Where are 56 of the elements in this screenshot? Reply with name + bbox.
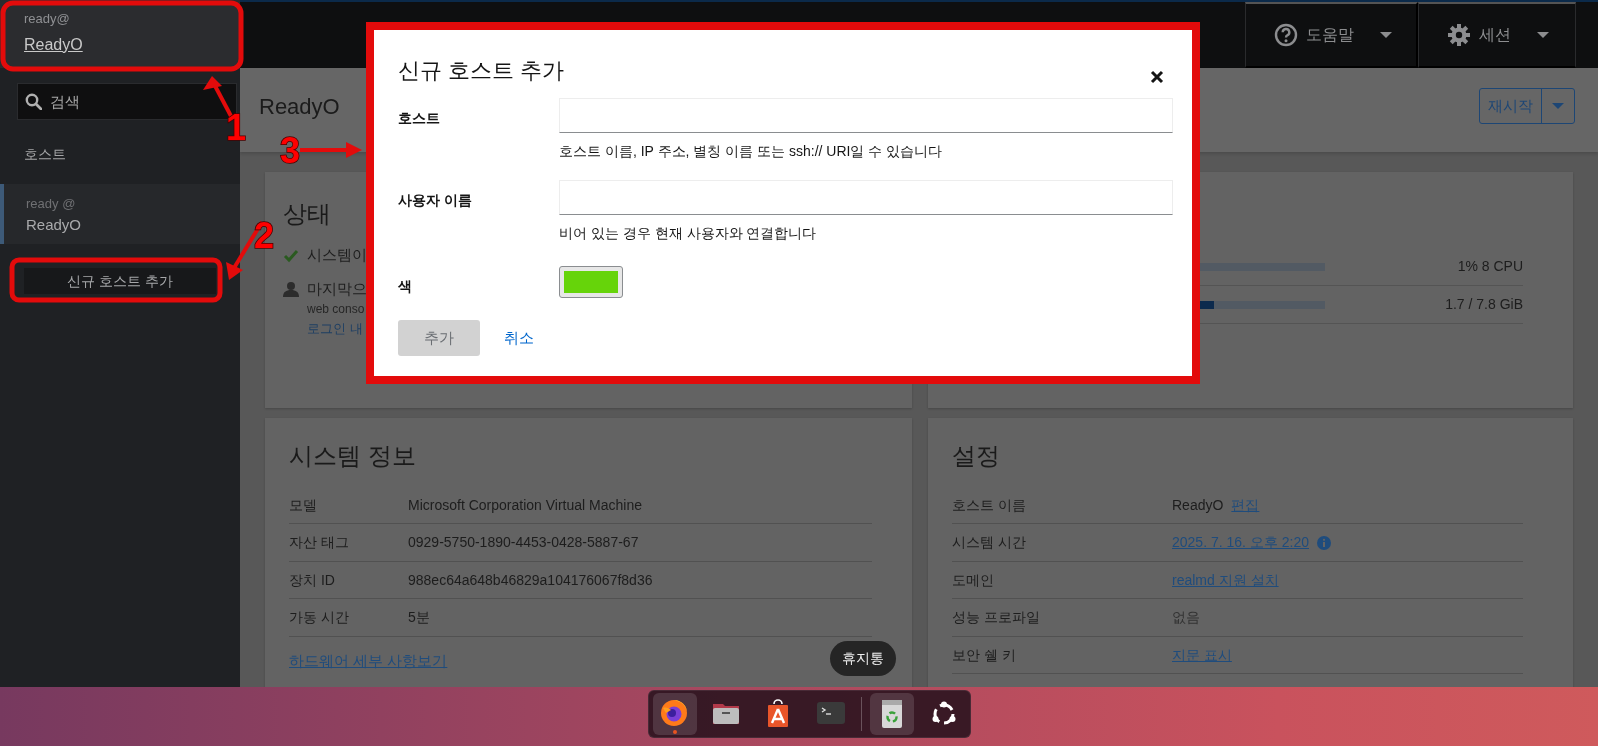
field-label: 호스트: [398, 109, 441, 129]
host-user: ready @: [26, 195, 76, 213]
caret-icon: [1380, 32, 1392, 38]
section-title: 호스트: [23, 145, 67, 164]
card-title: 설정: [952, 442, 1000, 471]
check-icon: [283, 248, 299, 264]
setting-label: 보안 쉘 키: [952, 645, 1017, 665]
field-help-text: 호스트 이름, IP 주소, 별칭 이름 또는 ssh:// URI일 수 있습니다: [559, 142, 944, 162]
settings-icon: [1447, 23, 1471, 47]
info-value: 5분: [408, 608, 431, 628]
card-title: 시스템 정보: [289, 442, 416, 471]
caret-icon: [1537, 32, 1549, 38]
info-value: 988ec64a648b46829a104176067f8d36: [408, 570, 654, 590]
annotation-number: 3: [280, 130, 301, 171]
current-host-panel[interactable]: ready@ ReadyO: [0, 0, 240, 68]
info-label: 장치 ID: [289, 570, 336, 590]
login-detail: web conso: [307, 301, 365, 319]
host-name-link[interactable]: ReadyO: [24, 32, 83, 57]
color-picker[interactable]: [559, 266, 623, 299]
annotation-arrow: [300, 142, 362, 158]
login-text: 마지막으: [307, 279, 367, 299]
page-title: ReadyO: [259, 93, 340, 121]
text-field[interactable]: [559, 98, 1173, 134]
info-label: 가동 시간: [289, 608, 350, 628]
info-label: 모델: [289, 495, 318, 515]
user-icon: [283, 281, 299, 298]
login-history-link[interactable]: 로그인 내: [307, 319, 363, 339]
info-label: 자산 태그: [289, 533, 350, 553]
dock-tooltip: 휴지통: [830, 641, 896, 676]
setting-label: 도메인: [952, 570, 995, 590]
status-text: 시스템이: [307, 245, 367, 265]
annotation-number: 2: [254, 215, 275, 256]
text-field[interactable]: [559, 180, 1173, 216]
close-icon: [1150, 70, 1164, 85]
card-title: 상태: [283, 200, 331, 229]
setting-label: 호스트 이름: [952, 495, 1027, 515]
info-value: 0929-5750-1890-4453-0428-5887-67: [408, 533, 640, 553]
host-item[interactable]: ready @ ReadyO: [0, 184, 240, 244]
host-name: ReadyO: [26, 214, 82, 235]
field-help-text: 비어 있는 경우 현재 사용자와 연결합니다: [559, 224, 818, 244]
add-host-button[interactable]: 신규 호스트 추가: [24, 268, 216, 294]
setting-value: ReadyO: [1172, 495, 1224, 515]
dialog-title: 신규 호스트 추가: [398, 58, 565, 85]
cancel-button[interactable]: 취소: [492, 320, 546, 357]
help-icon: [1274, 23, 1298, 47]
header-menu[interactable]: 도움말: [1245, 2, 1418, 68]
caret-icon: [1552, 103, 1564, 109]
info-value: Microsoft Corporation Virtual Machine: [408, 495, 643, 515]
setting-label: 시스템 시간: [952, 533, 1027, 553]
host-user: ready@: [24, 10, 70, 28]
meter-reading: 1% 8 CPU: [1457, 257, 1523, 276]
setting-label: 성능 프로파일: [952, 608, 1041, 628]
meter-reading: 1.7 / 7.8 GiB: [1445, 295, 1523, 314]
field-label: 사용자 이름: [398, 191, 473, 211]
dock-app[interactable]: [870, 693, 914, 735]
field-label: 색: [398, 277, 413, 297]
